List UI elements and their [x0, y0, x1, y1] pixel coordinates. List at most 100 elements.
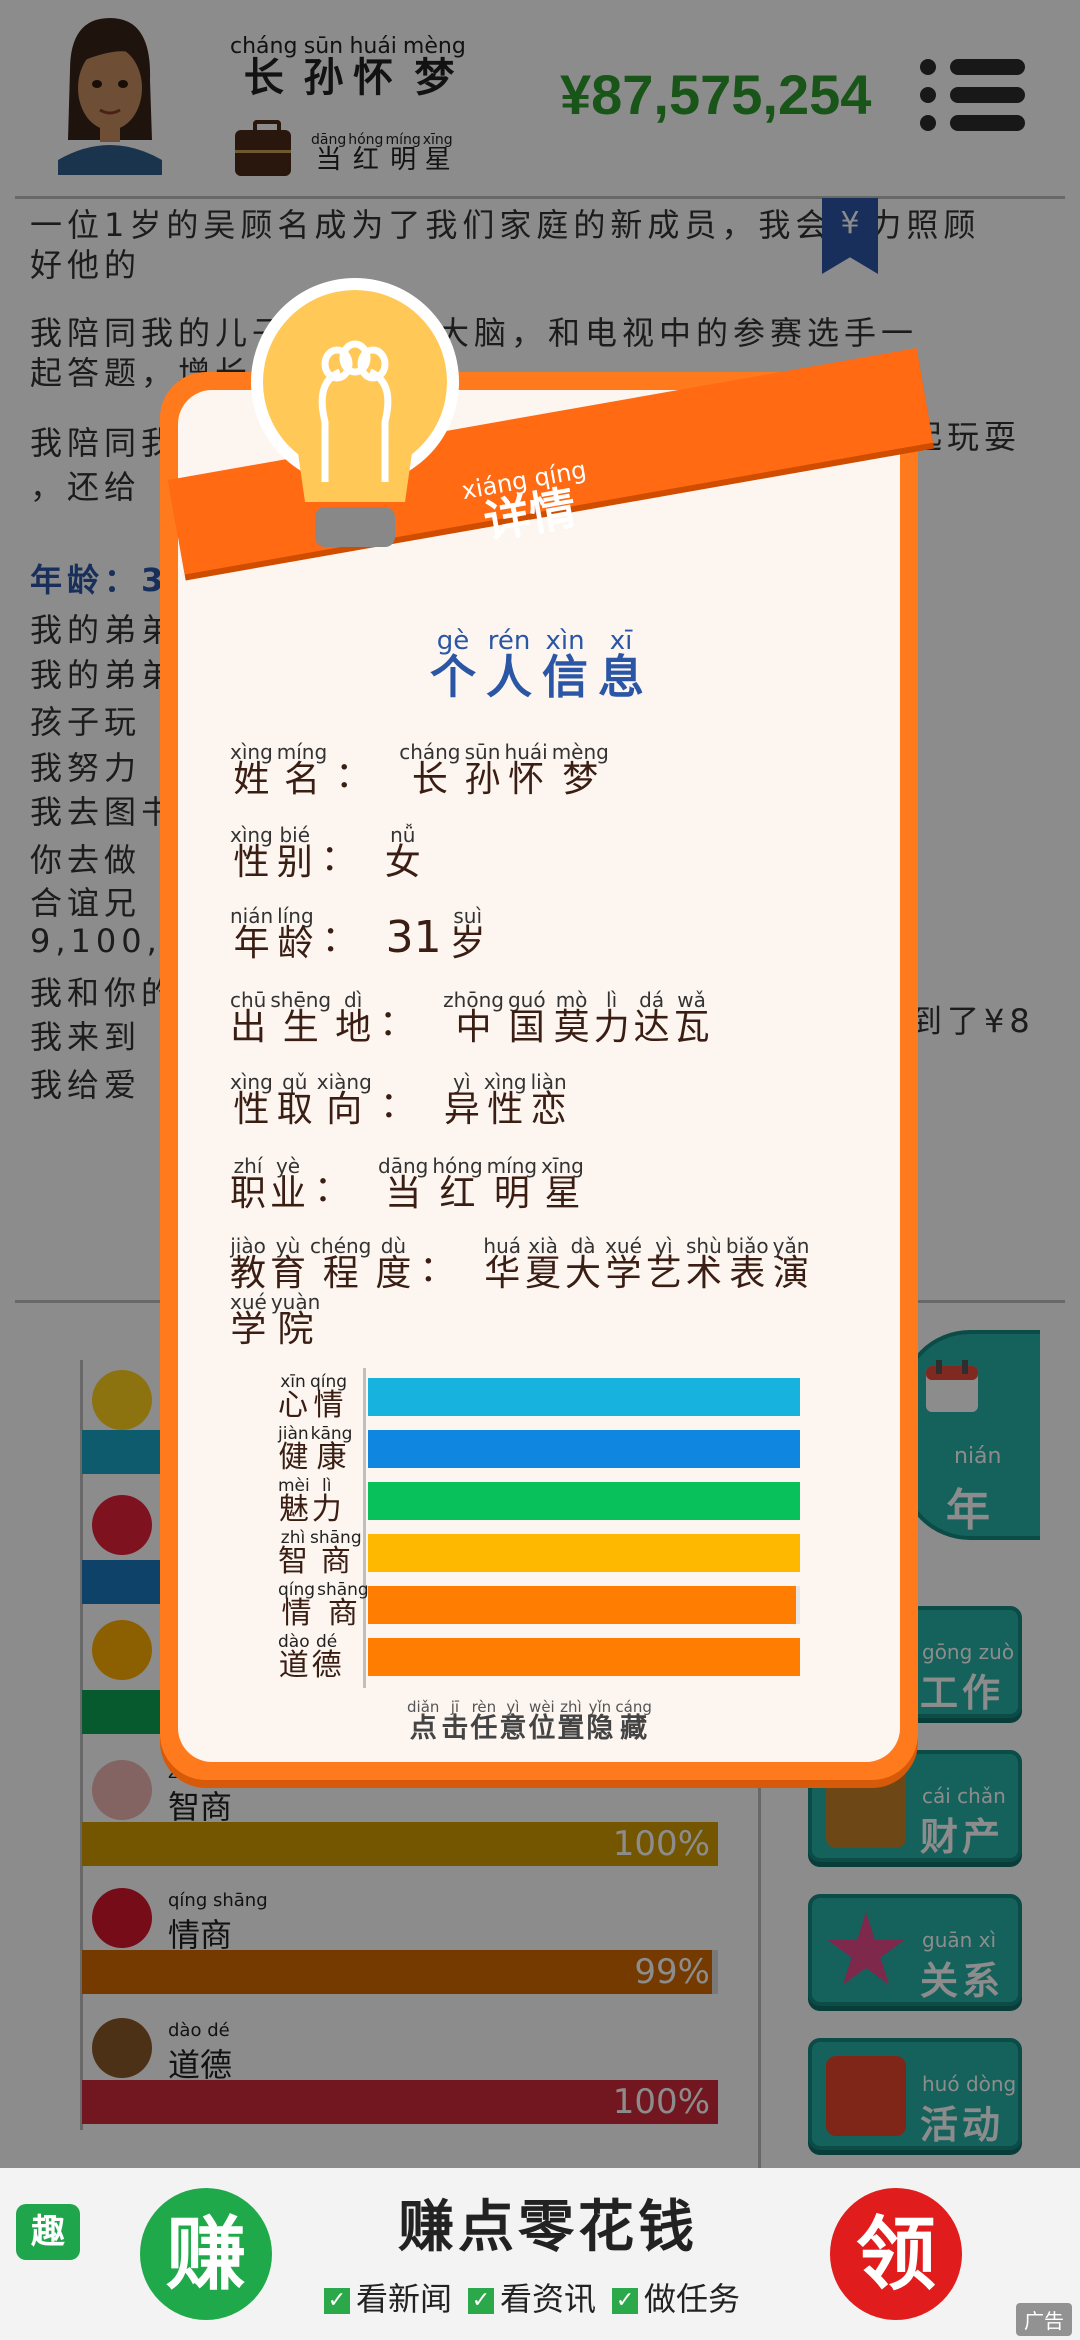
info-value: cháng 长 sūn 孙 huái 怀 mèng 梦 — [399, 742, 609, 798]
info-value: huá 华 xià 夏 dà 大 xué 学 yì 艺 shù 术 biǎo 表 yǎn 演 — [483, 1236, 809, 1292]
hint-char: diǎn 点 — [407, 1700, 439, 1743]
ad-claim-icon[interactable]: 领 — [830, 2188, 962, 2320]
bar-label-char: lì 力 — [312, 1478, 342, 1525]
value-char: yǎn 演 — [773, 1236, 810, 1292]
label-char: líng 龄 — [277, 906, 313, 962]
info-label: xìng 姓 míng 名 — [230, 742, 327, 798]
hanzi: 个 — [430, 650, 476, 704]
hanzi: 性 — [233, 842, 270, 883]
hanzi: 情 — [313, 1388, 344, 1423]
ad-logo[interactable]: 趣 — [16, 2204, 80, 2260]
colon: ： — [379, 1003, 416, 1044]
info-row: xìng 性 qǔ 取 xiàng 向： yì 异 xìng 性 liàn 恋 — [230, 1072, 567, 1128]
value-char: xìng 性 — [484, 1072, 527, 1128]
hanzi: 别 — [276, 842, 313, 883]
hanzi: 中 — [455, 1007, 492, 1048]
ad-title[interactable]: 赚点零花钱 — [398, 2182, 698, 2263]
bar-label-char: kāng 康 — [311, 1426, 353, 1473]
hanzi: 女 — [384, 842, 421, 883]
colon: ： — [321, 919, 358, 960]
colon: ： — [419, 1249, 456, 1290]
colon: ： — [314, 1169, 351, 1210]
label-char: shēng 生 — [270, 990, 331, 1046]
hanzi: 程 — [322, 1253, 359, 1294]
value-char: xià 夏 — [525, 1236, 561, 1292]
hanzi: 岁 — [449, 923, 486, 964]
bar-label: mèi 魅 lì 力 — [278, 1478, 342, 1525]
info-row-continued: xué 学 yuàn 院 — [230, 1292, 320, 1348]
label-char: xìng 性 — [230, 1072, 273, 1128]
label-char: xìng 姓 — [230, 742, 273, 798]
bar-fill — [368, 1586, 796, 1624]
value-char: xué 学 — [605, 1236, 642, 1292]
hanzi: 击 — [441, 1713, 469, 1744]
hide-hint: diǎn 点 jī 击 rèn 任 yì 意 wèi 位 zhì 置 yǐn 隐 cáng 藏 — [407, 1700, 652, 1744]
hanzi: 魅 — [278, 1492, 309, 1527]
hanzi: 置 — [557, 1713, 585, 1744]
info-row: zhí 职 yè 业： dāng 当 hóng 红 míng 明 xīng 星 — [230, 1156, 584, 1212]
hint-char: wèi 位 — [528, 1700, 555, 1743]
value-char: huái 怀 — [505, 742, 548, 798]
label-char: xìng 性 — [230, 825, 273, 881]
hanzi: 意 — [499, 1713, 527, 1744]
personal-info-title: gè 个 rén 人 xìn 信 xī 息 — [430, 628, 644, 700]
bar-label-char: dào 道 — [278, 1634, 310, 1681]
bar-label-char: xīn 心 — [278, 1374, 308, 1421]
bar-track — [368, 1534, 800, 1572]
info-label: xìng 性 qǔ 取 xiàng 向 — [230, 1072, 372, 1128]
value-char: nǚ 女 — [385, 825, 421, 881]
bar-label-char: mèi 魅 — [278, 1478, 310, 1525]
info-number: 31 — [385, 912, 442, 963]
hanzi: 异 — [443, 1089, 480, 1130]
check-icon: ✓ — [468, 2288, 495, 2314]
bar-track — [368, 1638, 800, 1676]
value-char: liàn 恋 — [531, 1072, 567, 1128]
hanzi: 红 — [439, 1173, 476, 1214]
info-row: jiào 教 yù 育 chéng 程 dù 度： huá 华 xià 夏 dà 大 xué 学 yì 艺 shù 术… — [230, 1236, 809, 1292]
info-label: zhí 职 yè 业 — [230, 1156, 306, 1212]
label-char: bié 别 — [277, 825, 313, 881]
title-char: rén 人 — [486, 628, 532, 700]
value-char: mèng 梦 — [552, 742, 609, 798]
value-char: dà 大 — [565, 1236, 601, 1292]
value-char: hóng 红 — [432, 1156, 482, 1212]
hanzi: 学 — [605, 1253, 642, 1294]
bar-fill — [368, 1638, 800, 1676]
label-char: dì 地 — [335, 990, 371, 1046]
hanzi: 年 — [233, 923, 270, 964]
hanzi: 姓 — [233, 759, 270, 800]
hanzi: 龄 — [277, 923, 314, 964]
hanzi: 教 — [230, 1253, 267, 1294]
label-char: qǔ 取 — [277, 1072, 313, 1128]
value-char: yuàn 院 — [271, 1292, 320, 1348]
hanzi: 度 — [375, 1253, 412, 1294]
hanzi: 明 — [493, 1173, 530, 1214]
value-char: xīng 星 — [541, 1156, 584, 1212]
hanzi: 表 — [729, 1253, 766, 1294]
bar-label-char: dé 德 — [312, 1634, 342, 1681]
label-char: chū 出 — [230, 990, 266, 1046]
hanzi: 长 — [411, 759, 448, 800]
info-row: xìng 性 bié 别： nǚ 女 — [230, 825, 421, 881]
hanzi: 性 — [233, 1089, 270, 1130]
label-char: nián 年 — [230, 906, 273, 962]
hanzi: 藏 — [620, 1713, 648, 1744]
label-char: jiào 教 — [230, 1236, 266, 1292]
hanzi: 隐 — [586, 1713, 614, 1744]
ad-tag: 广告 — [1016, 2303, 1072, 2336]
hanzi: 任 — [470, 1713, 498, 1744]
hint-char: zhì 置 — [557, 1700, 585, 1744]
hanzi: 出 — [230, 1007, 267, 1048]
info-row: chū 出 shēng 生 dì 地： zhōng 中 guó 国 mò 莫 lì 力 dá 达 wǎ 瓦 — [230, 990, 710, 1046]
value-char: lì 力 — [594, 990, 630, 1046]
label-char: yù 育 — [270, 1236, 306, 1292]
hanzi: 术 — [685, 1253, 722, 1294]
ad-banner[interactable]: 趣 赚 赚点零花钱 ✓ 看新闻 ✓ 看资讯 ✓ 做任务 领 广告 — [0, 2168, 1080, 2340]
check-icon: ✓ — [324, 2288, 350, 2314]
hanzi: 怀 — [508, 759, 545, 800]
hanzi: 康 — [316, 1440, 347, 1475]
ad-earn-icon[interactable]: 赚 — [140, 2188, 272, 2320]
hanzi: 孙 — [464, 759, 501, 800]
value-char: shù 术 — [686, 1236, 722, 1292]
bar-track — [368, 1430, 800, 1468]
